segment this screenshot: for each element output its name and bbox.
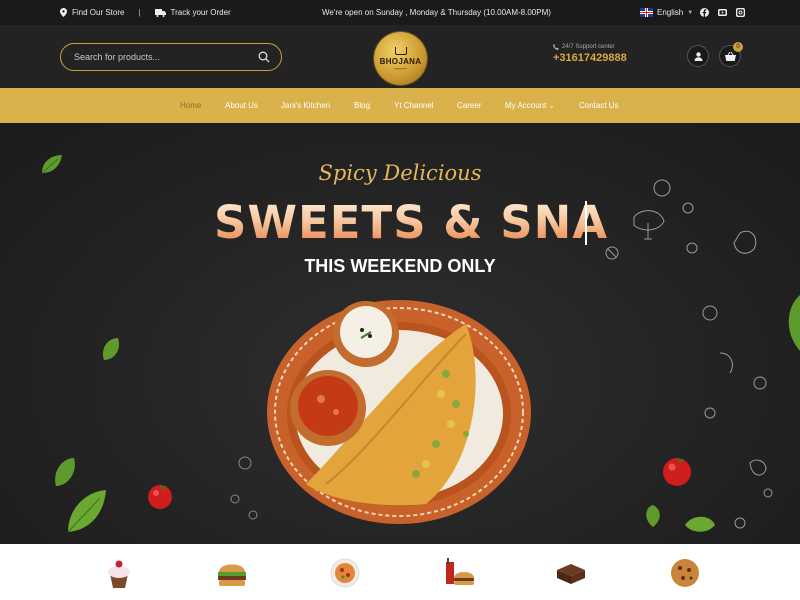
hero-banner: Spicy Delicious SWEETS & SNA THIS WEEKEN… [0, 123, 800, 544]
find-store-link[interactable]: Find Our Store [60, 8, 124, 17]
uk-flag-icon [640, 8, 653, 17]
logo-name: BHOJANA [379, 56, 422, 66]
location-pin-icon [60, 8, 67, 17]
facebook-icon[interactable] [700, 8, 709, 17]
pizza-icon[interactable] [328, 556, 362, 590]
top-bar: Find Our Store | Track your Order We're … [0, 0, 800, 25]
basket-icon [724, 51, 736, 61]
basil-leaf-icon [102, 338, 120, 360]
nav-item-about-us[interactable]: About Us [225, 88, 258, 123]
support-phone[interactable]: +31617429888 [553, 52, 627, 64]
find-store-label: Find Our Store [72, 8, 125, 17]
track-order-link[interactable]: Track your Order [154, 8, 231, 17]
hero-subtitle: THIS WEEKEND ONLY [304, 256, 496, 276]
social-links [700, 0, 745, 25]
chalk-doodles-decoration [230, 456, 258, 520]
search-icon[interactable] [258, 51, 270, 63]
instagram-icon[interactable] [736, 8, 745, 17]
basil-leaf-icon [67, 490, 106, 533]
fastfood-combo-icon[interactable] [442, 556, 476, 590]
youtube-icon[interactable] [718, 8, 727, 17]
burger-icon[interactable] [215, 556, 249, 590]
main-nav: Home About Us Jani's Kitchen Blog Yt Cha… [0, 88, 800, 123]
my-account-label: My Account [505, 101, 547, 110]
language-selector[interactable]: English ▼ [640, 0, 693, 25]
chevron-down-icon: ▼ [687, 9, 694, 16]
category-strip [0, 544, 800, 600]
user-icon [694, 51, 702, 61]
nav-item-blog[interactable]: Blog [354, 88, 370, 123]
account-button[interactable] [687, 45, 709, 67]
truck-icon [154, 8, 166, 17]
cart-count-badge: 0 [733, 42, 743, 52]
topbar-separator: | [138, 8, 141, 17]
hero-title: SWEETS & SNA [214, 196, 609, 249]
phone-icon [553, 44, 559, 50]
support-label-row: 24/7 Support center [553, 44, 627, 50]
tomato-icon [148, 484, 172, 509]
site-header: BHOJANA ━━━━━━━ 24/7 Support center +316… [0, 25, 800, 88]
basil-leaf-icon [55, 458, 75, 486]
nav-item-contact-us[interactable]: Contact Us [579, 88, 619, 123]
opening-hours: We're open on Sunday , Monday & Thursday… [322, 8, 551, 17]
search-input[interactable] [74, 52, 254, 62]
logo-cart-icon [394, 46, 407, 55]
cupcake-icon[interactable] [102, 556, 136, 590]
nav-item-home[interactable]: Home [180, 88, 201, 123]
chalk-doodles-decoration [605, 179, 773, 529]
chevron-down-icon: ⌄ [548, 103, 555, 110]
cookie-icon[interactable] [668, 556, 702, 590]
support-label: 24/7 Support center [562, 44, 615, 50]
nav-item-janis-kitchen[interactable]: Jani's Kitchen [281, 88, 330, 123]
brownie-icon[interactable] [554, 556, 588, 590]
search-bar [60, 43, 282, 71]
hero-script-heading: Spicy Delicious [318, 161, 482, 185]
support-center: 24/7 Support center +31617429888 [553, 44, 627, 64]
language-label: English [657, 8, 684, 17]
nav-item-career[interactable]: Career [457, 88, 481, 123]
site-logo[interactable]: BHOJANA ━━━━━━━ [374, 32, 427, 85]
nav-item-my-account[interactable]: My Account ⌄ [505, 88, 554, 123]
top-bar-left: Find Our Store | Track your Order [60, 0, 231, 25]
nav-item-yt-channel[interactable]: Yt Channel [394, 88, 434, 123]
track-order-label: Track your Order [170, 8, 231, 17]
cart-button[interactable]: 0 [719, 42, 743, 67]
logo-tagline-mark: ━━━━━━━ [394, 66, 407, 71]
dosa-plate-image [267, 300, 531, 524]
typing-cursor [585, 201, 587, 245]
